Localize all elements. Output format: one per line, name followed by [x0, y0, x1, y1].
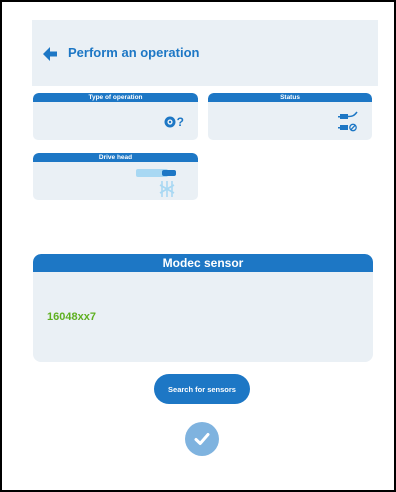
type-of-operation-card[interactable]: Type of operation ?	[33, 93, 198, 140]
status-card[interactable]: Status	[208, 93, 372, 140]
app-frame: Perform an operation Type of operation ?…	[0, 0, 396, 492]
connection-status-icon	[338, 111, 358, 132]
search-sensors-button[interactable]: Search for sensors	[154, 374, 250, 404]
drive-head-icon	[136, 169, 176, 197]
drive-head-label: Drive head	[33, 153, 198, 162]
confirm-button[interactable]	[185, 422, 219, 456]
sensor-card[interactable]: Modec sensor 16048xx7	[33, 254, 373, 362]
operation-unknown-icon: ?	[164, 115, 184, 129]
check-icon	[194, 433, 210, 445]
sensor-card-title: Modec sensor	[33, 254, 373, 272]
app-bar: Perform an operation	[32, 20, 378, 86]
status-label: Status	[208, 93, 372, 102]
sensor-id: 16048xx7	[47, 311, 96, 323]
drive-head-card[interactable]: Drive head	[33, 153, 198, 200]
type-of-operation-label: Type of operation	[33, 93, 198, 102]
page-title: Perform an operation	[68, 45, 200, 60]
back-arrow-icon[interactable]	[42, 46, 58, 62]
operation-question-mark: ?	[176, 115, 184, 129]
